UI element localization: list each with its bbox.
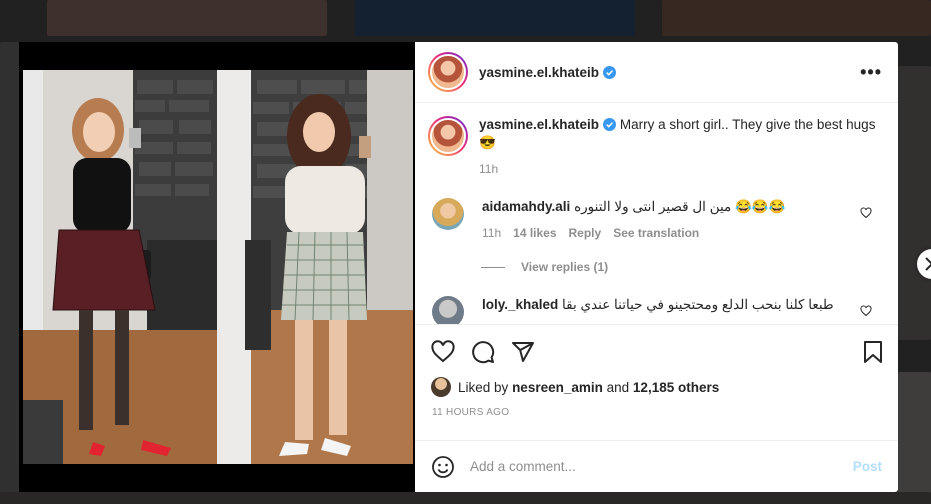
comment-item: loly._khaled طبعا كلنا بنحب الدلع ومحتجي… bbox=[428, 296, 882, 324]
commenter-avatar[interactable] bbox=[432, 198, 464, 230]
caption-time: 11h bbox=[479, 162, 499, 176]
liker-avatar[interactable] bbox=[431, 377, 451, 397]
liked-by-prefix: Liked by bbox=[458, 379, 509, 395]
add-comment-bar: Post bbox=[415, 440, 898, 492]
author-avatar[interactable] bbox=[428, 52, 468, 92]
verified-icon bbox=[603, 118, 617, 131]
more-options-button[interactable]: ••• bbox=[860, 62, 882, 83]
view-replies-button[interactable]: View replies (1) bbox=[481, 260, 882, 274]
caption-username[interactable]: yasmine.el.khateib bbox=[479, 117, 599, 132]
comment-item: aidamahdy.ali مين ال قصير انتى ولا التنو… bbox=[428, 198, 882, 242]
share-icon[interactable] bbox=[511, 340, 535, 364]
reply-button[interactable]: Reply bbox=[569, 224, 602, 242]
author-username[interactable]: yasmine.el.khateib bbox=[479, 65, 599, 80]
post-caption: yasmine.el.khateib Marry a short girl.. … bbox=[428, 116, 882, 178]
more-icon: ••• bbox=[860, 61, 882, 82]
liked-and: and bbox=[606, 379, 630, 395]
liker-username[interactable]: nesreen_amin bbox=[512, 380, 603, 395]
post-comment-button[interactable]: Post bbox=[853, 459, 882, 474]
see-translation-button[interactable]: See translation bbox=[613, 224, 699, 242]
comment-time[interactable]: 11h bbox=[482, 224, 501, 242]
comment-input[interactable] bbox=[470, 459, 853, 474]
caption-avatar[interactable] bbox=[428, 116, 468, 156]
likes-others-link[interactable]: 12,185 others bbox=[633, 380, 719, 395]
commenter-avatar[interactable] bbox=[432, 296, 464, 324]
post-details-panel: yasmine.el.khateib ••• yasmine.el.khatei… bbox=[415, 42, 898, 492]
bookmark-icon[interactable] bbox=[862, 340, 884, 364]
comment-icon[interactable] bbox=[471, 340, 495, 364]
commenter-username[interactable]: loly._khaled bbox=[482, 297, 558, 312]
outfit-photo-left bbox=[23, 70, 217, 464]
comment-text: مين ال قصير انتى ولا التنوره 😂😂😂 bbox=[574, 199, 786, 214]
emoji-icon[interactable] bbox=[431, 455, 455, 479]
heart-icon[interactable] bbox=[431, 340, 455, 364]
post-timestamp[interactable]: 11 HOURS AGO bbox=[432, 407, 884, 418]
chevron-right-icon bbox=[925, 257, 931, 271]
post-media[interactable] bbox=[19, 42, 415, 492]
outfit-photo-right bbox=[217, 70, 413, 464]
comments-section[interactable]: yasmine.el.khateib Marry a short girl.. … bbox=[415, 104, 898, 324]
comment-text: طبعا كلنا بنحب الدلع ومحتجينو في حياتنا … bbox=[562, 297, 834, 312]
like-comment-heart-icon[interactable] bbox=[860, 207, 872, 219]
commenter-username[interactable]: aidamahdy.ali bbox=[482, 199, 570, 214]
post-actions: Liked by nesreen_amin and 12,185 others … bbox=[415, 324, 898, 418]
view-replies-label: View replies (1) bbox=[521, 260, 609, 274]
post-header: yasmine.el.khateib ••• bbox=[415, 42, 898, 103]
likes-summary: Liked by nesreen_amin and 12,185 others bbox=[431, 377, 884, 397]
verified-icon bbox=[603, 65, 617, 79]
photo-left bbox=[23, 70, 217, 464]
photo-right bbox=[217, 70, 413, 464]
like-comment-heart-icon[interactable] bbox=[860, 305, 872, 317]
comment-likes[interactable]: 14 likes bbox=[513, 224, 556, 242]
post-modal: yasmine.el.khateib ••• yasmine.el.khatei… bbox=[19, 42, 898, 492]
